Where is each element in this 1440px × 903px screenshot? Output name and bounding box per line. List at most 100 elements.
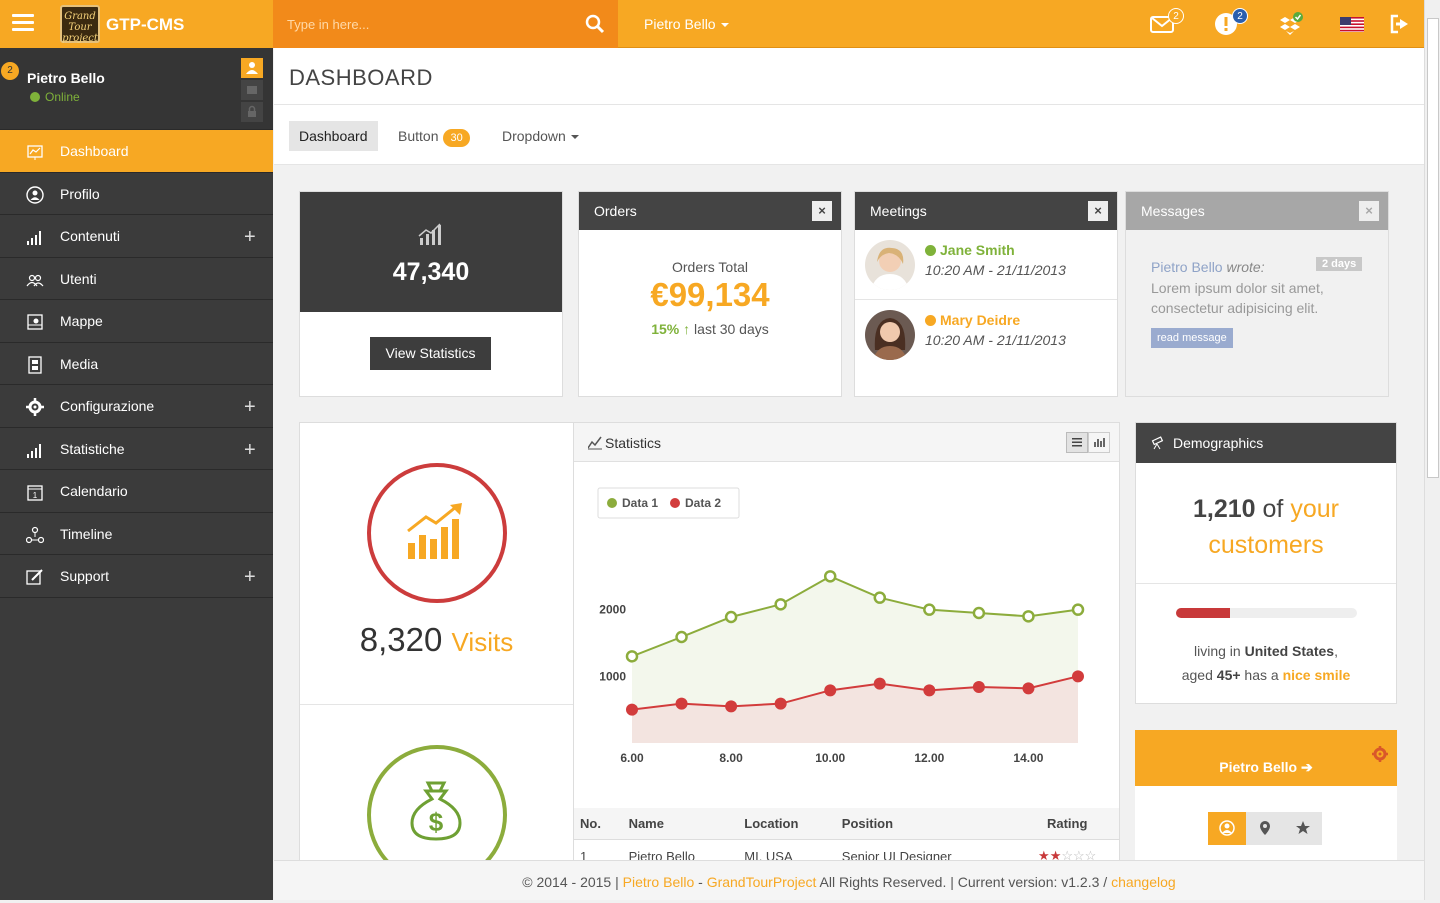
meeting-item[interactable]: Mary Deidre 10:20 AM - 21/11/2013: [855, 300, 1117, 370]
search-icon[interactable]: [585, 14, 605, 34]
tab-dropdown[interactable]: Dropdown: [492, 121, 589, 151]
legend-label[interactable]: Data 1: [622, 496, 658, 510]
visits-value: 8,320: [359, 621, 443, 658]
tab-dashboard[interactable]: Dashboard: [289, 121, 378, 151]
mail-button[interactable]: 2: [1150, 8, 1184, 38]
logout-button[interactable]: [1388, 12, 1414, 38]
search-input[interactable]: [287, 14, 567, 34]
table-header-cell[interactable]: Name: [622, 808, 739, 840]
close-icon[interactable]: ×: [812, 201, 832, 221]
data-point[interactable]: [675, 630, 688, 644]
expand-plus-icon[interactable]: +: [244, 226, 256, 249]
sidebar-item-dashboard[interactable]: Dashboard: [0, 130, 273, 173]
expand-plus-icon[interactable]: +: [244, 566, 256, 589]
footer-author-link[interactable]: Pietro Bello: [623, 874, 695, 890]
chart-view-button[interactable]: [1088, 432, 1110, 453]
sidebar: 2 Pietro Bello Online Dashboard Profilo Co…: [0, 48, 273, 900]
data-point[interactable]: [774, 598, 787, 611]
data-point[interactable]: [774, 697, 787, 710]
data-point[interactable]: [823, 570, 837, 583]
language-button[interactable]: [1340, 12, 1366, 38]
sidebar-item-utenti[interactable]: Utenti: [0, 258, 273, 300]
sidebar-item-statistiche[interactable]: Statistiche +: [0, 428, 273, 470]
data-point[interactable]: [725, 700, 738, 713]
data-point[interactable]: [1072, 670, 1084, 683]
telescope-icon: [1151, 436, 1164, 450]
user-status: Online: [30, 90, 80, 104]
close-icon[interactable]: ×: [1088, 201, 1108, 221]
sidebar-item-support[interactable]: Support +: [0, 555, 273, 598]
message-author[interactable]: Pietro Bello: [1151, 259, 1223, 275]
table-header-cell[interactable]: Location: [738, 808, 836, 840]
mail-badge: 2: [1168, 8, 1184, 24]
profile-card-link[interactable]: Pietro Bello ➔: [1135, 759, 1397, 776]
alerts-button[interactable]: 2: [1214, 8, 1248, 38]
sign-out-icon: [1390, 14, 1408, 34]
data-point[interactable]: [625, 650, 639, 663]
sidebar-item-mappe[interactable]: Mappe: [0, 300, 273, 343]
dropbox-button[interactable]: [1278, 12, 1304, 38]
table-header-cell[interactable]: Rating: [1015, 808, 1119, 840]
list-view-button[interactable]: [1066, 432, 1088, 453]
profile-tab-mail[interactable]: [241, 80, 263, 100]
x-tick-label: 10.00: [815, 751, 845, 765]
sidebar-item-media[interactable]: Media: [0, 343, 273, 385]
view-statistics-button[interactable]: View Statistics: [370, 337, 491, 370]
stats-value: 47,340: [392, 258, 470, 286]
data-point[interactable]: [972, 606, 986, 620]
of-text: of: [1262, 495, 1284, 523]
table-header-cell[interactable]: Position: [835, 808, 1016, 840]
age-text: 45+: [1216, 667, 1241, 683]
legend-swatch[interactable]: [607, 498, 617, 508]
sidebar-item-profilo[interactable]: Profilo: [0, 173, 273, 215]
data-point[interactable]: [923, 603, 936, 616]
footer-project-link[interactable]: GrandTourProject: [707, 874, 817, 890]
sidebar-user-name[interactable]: Pietro Bello: [27, 70, 105, 86]
sidebar-item-contenuti[interactable]: Contenuti +: [0, 215, 273, 258]
sidebar-item-configurazione[interactable]: Configurazione +: [0, 385, 273, 428]
demographics-progress: [1176, 608, 1357, 618]
profile-tab-lock[interactable]: [241, 102, 263, 122]
data-point[interactable]: [1022, 610, 1035, 623]
meeting-item[interactable]: Jane Smith 10:20 AM - 21/11/2013: [855, 230, 1117, 300]
data-point[interactable]: [675, 697, 688, 710]
logo-text: Grand Tour project: [62, 11, 98, 44]
user-dropdown[interactable]: Pietro Bello: [644, 16, 729, 32]
logo[interactable]: Grand Tour project: [60, 5, 100, 44]
sidebar-item-timeline[interactable]: Timeline: [0, 513, 273, 555]
read-message-button[interactable]: read message: [1151, 328, 1233, 348]
profile-tab-location[interactable]: [1246, 812, 1284, 845]
message-author-line: Pietro Bello wrote:: [1151, 259, 1265, 275]
close-icon[interactable]: ×: [1359, 201, 1379, 221]
data-point[interactable]: [1022, 682, 1035, 695]
table-header-cell[interactable]: No.: [574, 808, 623, 840]
data-point[interactable]: [972, 681, 985, 693]
profile-tab-user[interactable]: [1208, 812, 1246, 845]
data-point[interactable]: [1071, 603, 1085, 616]
scrollbar-thumb[interactable]: [1427, 18, 1439, 478]
meeting-name-text: Jane Smith: [940, 242, 1015, 258]
expand-plus-icon[interactable]: +: [244, 396, 256, 419]
data-point[interactable]: [923, 684, 936, 697]
data-point[interactable]: [626, 703, 638, 716]
legend-swatch[interactable]: [670, 498, 680, 508]
brand-name[interactable]: GTP-CMS: [106, 15, 184, 35]
star-icon: [1296, 821, 1310, 834]
data-point[interactable]: [824, 684, 837, 697]
data-point[interactable]: [873, 677, 886, 690]
legend-label[interactable]: Data 2: [685, 496, 721, 510]
sidebar-item-calendario[interactable]: 1 Calendario: [0, 470, 273, 513]
expand-plus-icon[interactable]: +: [244, 439, 256, 462]
statistics-panel: Statistics Data 1 Data 2 1000 2000 6.00 8.00 1…: [573, 422, 1120, 864]
x-tick-label: 14.00: [1013, 751, 1043, 765]
profile-tab-user[interactable]: [241, 58, 263, 78]
caret-down-icon: [720, 23, 729, 28]
tab-button[interactable]: Button 30: [388, 121, 480, 151]
data-point[interactable]: [724, 610, 738, 624]
footer: © 2014 - 2015 | Pietro Bello - GrandTour…: [274, 860, 1424, 900]
menu-toggle-icon[interactable]: [12, 14, 34, 32]
data-point[interactable]: [873, 591, 887, 604]
profile-tab-favorites[interactable]: [1284, 812, 1322, 845]
page-scrollbar[interactable]: [1424, 0, 1440, 900]
changelog-link[interactable]: changelog: [1111, 874, 1176, 890]
